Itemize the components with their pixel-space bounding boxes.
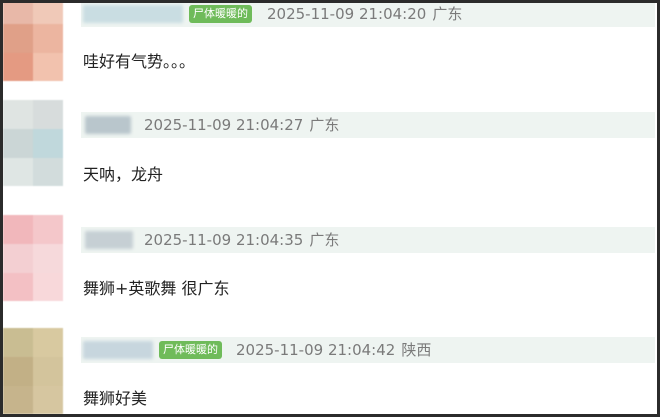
avatar-tile	[3, 3, 33, 24]
user-badge: 尸体暖暖的	[159, 341, 222, 359]
username-blurred[interactable]	[85, 116, 131, 134]
comment-text: 舞狮好美	[83, 389, 148, 408]
comment-list: 尸体暖暖的 2025-11-09 21:04:20 广东 哇好有气势。。。 202…	[0, 0, 660, 417]
location: 陕西	[401, 341, 432, 359]
comment-text: 天呐，龙舟	[83, 165, 164, 184]
avatar-tile	[3, 215, 33, 244]
location: 广东	[309, 116, 340, 134]
avatar-tile	[33, 357, 63, 386]
user-badge: 尸体暖暖的	[189, 5, 252, 23]
avatar-tile	[33, 53, 63, 81]
avatar-tile	[33, 386, 63, 414]
comment-header: 2025-11-09 21:04:35 广东	[81, 227, 655, 253]
comment-meta: 2025-11-09 21:04:35 广东	[144, 229, 339, 251]
comment-item: 尸体暖暖的 2025-11-09 21:04:20 广东 哇好有气势。。。	[3, 3, 657, 95]
avatar-tile	[3, 24, 33, 53]
comment-text: 舞狮+英歌舞 很广东	[83, 279, 230, 298]
avatar-tile	[3, 129, 33, 158]
comment-item: 尸体暖暖的 2025-11-09 21:04:42 陕西 舞狮好美	[3, 328, 657, 414]
location: 广东	[309, 231, 340, 249]
avatar-tile	[33, 129, 63, 158]
avatar-tile	[33, 273, 63, 301]
username-blurred[interactable]	[85, 231, 133, 249]
avatar-tile	[33, 328, 63, 357]
timestamp: 2025-11-09 21:04:27	[144, 116, 304, 134]
comment-meta: 2025-11-09 21:04:42 陕西	[236, 339, 431, 361]
username-blurred[interactable]	[83, 5, 183, 23]
avatar-tile	[3, 357, 33, 386]
timestamp: 2025-11-09 21:04:42	[236, 341, 396, 359]
comment-header: 2025-11-09 21:04:27 广东	[81, 112, 655, 138]
avatar-tile	[33, 244, 63, 273]
location: 广东	[432, 5, 463, 23]
avatar[interactable]	[3, 3, 63, 81]
avatar-tile	[3, 328, 33, 357]
timestamp: 2025-11-09 21:04:35	[144, 231, 304, 249]
avatar-tile	[33, 215, 63, 244]
username-blurred[interactable]	[83, 341, 153, 359]
avatar-tile	[3, 158, 33, 186]
avatar[interactable]	[3, 100, 63, 186]
avatar[interactable]	[3, 215, 63, 301]
comment-text: 哇好有气势。。。	[83, 52, 196, 71]
avatar-tile	[33, 158, 63, 186]
avatar-tile	[3, 386, 33, 414]
comment-meta: 2025-11-09 21:04:20 广东	[267, 3, 462, 25]
comment-header: 尸体暖暖的 2025-11-09 21:04:42 陕西	[81, 337, 655, 363]
timestamp: 2025-11-09 21:04:20	[267, 5, 427, 23]
avatar-tile	[3, 273, 33, 301]
avatar-tile	[3, 100, 33, 129]
avatar-tile	[33, 100, 63, 129]
avatar[interactable]	[3, 328, 63, 414]
avatar-tile	[3, 53, 33, 81]
avatar-tile	[33, 24, 63, 53]
avatar-tile	[33, 3, 63, 24]
comment-item: 2025-11-09 21:04:35 广东 舞狮+英歌舞 很广东	[3, 215, 657, 325]
comment-meta: 2025-11-09 21:04:27 广东	[144, 114, 339, 136]
comment-item: 2025-11-09 21:04:27 广东 天呐，龙舟	[3, 100, 657, 210]
comment-header: 尸体暖暖的 2025-11-09 21:04:20 广东	[81, 3, 655, 27]
avatar-tile	[3, 244, 33, 273]
